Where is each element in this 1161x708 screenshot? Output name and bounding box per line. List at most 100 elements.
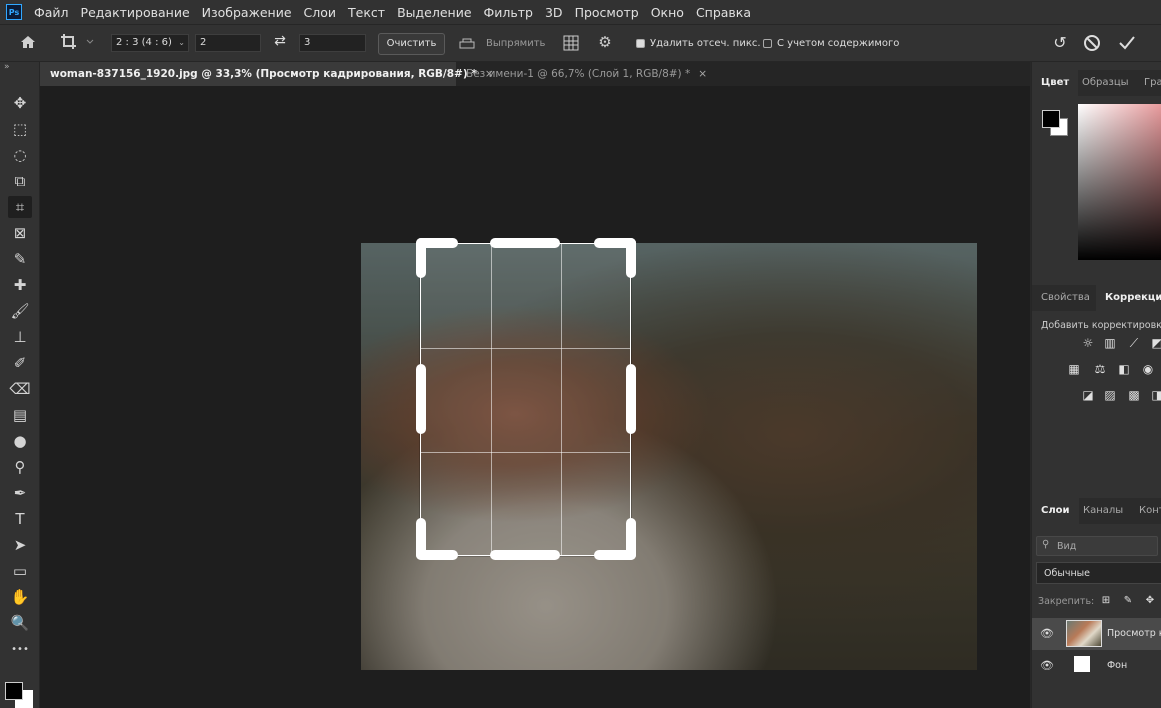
crop-icon[interactable]: ⌗ — [8, 196, 32, 218]
menu-view[interactable]: Просмотр — [575, 5, 639, 20]
invert-icon[interactable]: ◪ — [1080, 388, 1096, 402]
tab-properties[interactable]: Свойства — [1032, 285, 1099, 311]
dodge-icon[interactable]: ⚲ — [8, 456, 32, 478]
collapse-icon[interactable]: » — [4, 62, 10, 72]
swap-icon[interactable]: ⇄ — [271, 33, 289, 51]
blend-mode-select[interactable]: Обычные — [1036, 562, 1161, 584]
straighten-icon[interactable] — [458, 35, 476, 49]
close-icon[interactable]: × — [698, 68, 707, 80]
type-icon[interactable]: T — [8, 508, 32, 530]
width-input[interactable]: 2 — [195, 34, 261, 52]
tab-paths[interactable]: Конт — [1130, 498, 1161, 524]
commit-check-icon[interactable] — [1117, 33, 1137, 53]
color-balance-icon[interactable]: ⚖ — [1092, 362, 1108, 376]
crop-handle-bottom-left[interactable] — [416, 518, 426, 560]
tab-woman-image[interactable]: woman-837156_1920.jpg @ 33,3% (Просмотр … — [40, 62, 494, 86]
rectangle-icon[interactable]: ▭ — [8, 560, 32, 582]
tab-layers[interactable]: Слои — [1032, 498, 1079, 524]
zoom-icon[interactable]: 🔍 — [8, 612, 32, 634]
object-select-icon[interactable]: ⧉ — [8, 170, 32, 192]
black-white-icon[interactable]: ◧ — [1116, 362, 1132, 376]
layer-row-crop-preview[interactable]: 👁 Просмотр к — [1032, 618, 1161, 650]
ratio-preset-select[interactable]: 2 : 3 (4 : 6) ⌄ — [111, 34, 189, 52]
layer-row-background[interactable]: 👁 Фон — [1032, 650, 1161, 682]
foreground-color-swatch[interactable] — [1042, 110, 1060, 128]
tab-channels[interactable]: Каналы — [1074, 498, 1132, 524]
straighten-label[interactable]: Выпрямить — [486, 38, 545, 49]
brush-icon[interactable]: 🖌 — [8, 300, 32, 322]
hand-icon[interactable]: ✋ — [8, 586, 32, 608]
right-panels: Цвет Образцы Гра Свойства Коррекция Доба… — [1031, 62, 1161, 708]
crop-grid-line — [561, 244, 562, 555]
crop-handle-bottom[interactable] — [490, 550, 560, 560]
crop-handle-bottom-right[interactable] — [626, 518, 636, 560]
crop-handle-right[interactable] — [626, 364, 636, 434]
stamp-icon[interactable]: ⊥ — [8, 326, 32, 348]
grid-overlay-icon[interactable] — [563, 35, 579, 51]
more-icon[interactable]: ••• — [8, 638, 32, 660]
eyedropper-icon[interactable]: ✎ — [8, 248, 32, 270]
menu-3d[interactable]: 3D — [545, 5, 563, 20]
pen-icon[interactable]: ✒ — [8, 482, 32, 504]
lasso-icon[interactable]: ◌ — [8, 144, 32, 166]
menu-filter[interactable]: Фильтр — [484, 5, 533, 20]
vibrance-icon[interactable]: ▦ — [1066, 362, 1082, 376]
threshold-icon[interactable]: ▩ — [1126, 388, 1142, 402]
crop-handle-top[interactable] — [490, 238, 560, 248]
cancel-icon[interactable] — [1082, 33, 1102, 53]
menu-layers[interactable]: Слои — [304, 5, 337, 20]
reset-icon[interactable]: ↺ — [1050, 33, 1070, 53]
height-input[interactable]: 3 — [299, 34, 366, 52]
lock-transparency-icon[interactable]: ⊞ — [1098, 594, 1114, 608]
layer-filter-search[interactable]: ⚲ Вид — [1036, 536, 1158, 556]
document-tabs: woman-837156_1920.jpg @ 33,3% (Просмотр … — [40, 62, 1030, 86]
levels-icon[interactable]: ▥ — [1102, 336, 1118, 350]
menu-bar: Ps Файл Редактирование Изображение Слои … — [0, 0, 1161, 24]
menu-file[interactable]: Файл — [34, 5, 69, 20]
curves-icon[interactable]: ⟋ — [1126, 336, 1142, 350]
tab-label: Без имени-1 @ 66,7% (Слой 1, RGB/8#) * — [466, 68, 691, 80]
exposure-icon[interactable]: ◩ — [1149, 336, 1161, 350]
menu-window[interactable]: Окно — [651, 5, 684, 20]
path-select-icon[interactable]: ➤ — [8, 534, 32, 556]
frame-icon[interactable]: ⊠ — [8, 222, 32, 244]
delete-cropped-checkbox[interactable] — [636, 39, 645, 48]
posterize-icon[interactable]: ▨ — [1102, 388, 1118, 402]
gradient-map-icon[interactable]: ◨ — [1149, 388, 1161, 402]
crop-box[interactable] — [420, 243, 631, 556]
content-aware-checkbox[interactable] — [763, 39, 772, 48]
tab-gradients[interactable]: Гра — [1135, 70, 1161, 96]
home-icon[interactable] — [18, 33, 38, 51]
crop-handle-top-left[interactable] — [416, 238, 426, 278]
lock-brush-icon[interactable]: ✎ — [1120, 594, 1136, 608]
foreground-color-chip[interactable] — [5, 682, 23, 700]
menu-select[interactable]: Выделение — [397, 5, 471, 20]
clear-button[interactable]: Очистить — [378, 33, 445, 55]
gradient-icon[interactable]: ▤ — [8, 404, 32, 426]
move-icon[interactable]: ✥ — [8, 92, 32, 114]
menu-help[interactable]: Справка — [696, 5, 751, 20]
history-brush-icon[interactable]: ✐ — [8, 352, 32, 374]
crop-tool-preset-icon[interactable] — [60, 33, 96, 51]
marquee-icon[interactable]: ⬚ — [8, 118, 32, 140]
color-spectrum-field[interactable] — [1078, 104, 1161, 260]
tab-swatches[interactable]: Образцы — [1073, 70, 1138, 96]
lock-move-icon[interactable]: ✥ — [1142, 594, 1158, 608]
tab-untitled-1[interactable]: Без имени-1 @ 66,7% (Слой 1, RGB/8#) * × — [456, 62, 707, 86]
delete-cropped-label: Удалить отсеч. пикс. — [650, 38, 761, 49]
blur-icon[interactable]: ● — [8, 430, 32, 452]
crop-handle-top-right[interactable] — [626, 238, 636, 278]
brightness-icon[interactable]: ☼ — [1080, 336, 1096, 350]
eye-icon[interactable]: 👁 — [1040, 659, 1054, 672]
gear-icon[interactable]: ⚙ — [596, 33, 614, 51]
photo-filter-icon[interactable]: ◉ — [1140, 362, 1156, 376]
healing-icon[interactable]: ✚ — [8, 274, 32, 296]
tab-adjustments[interactable]: Коррекция — [1096, 285, 1161, 311]
menu-image[interactable]: Изображение — [202, 5, 292, 20]
tab-color[interactable]: Цвет — [1032, 70, 1079, 96]
menu-type[interactable]: Текст — [348, 5, 385, 20]
eye-icon[interactable]: 👁 — [1040, 627, 1054, 640]
eraser-icon[interactable]: ⌫ — [8, 378, 32, 400]
crop-handle-left[interactable] — [416, 364, 426, 434]
menu-edit[interactable]: Редактирование — [81, 5, 190, 20]
